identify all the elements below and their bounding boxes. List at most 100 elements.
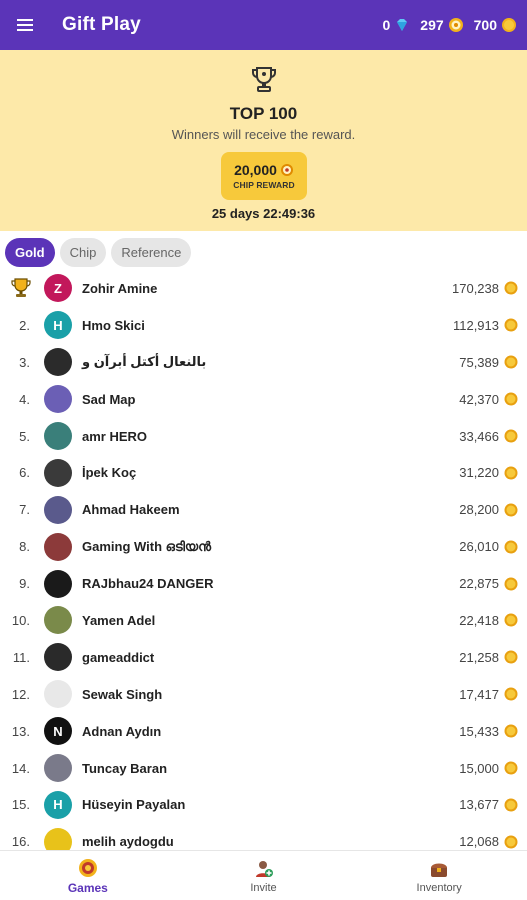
top-app-bar: Gift Play 0 297 700 xyxy=(0,0,527,50)
player-name: melih aydogdu xyxy=(82,834,174,850)
tab-chip[interactable]: Chip xyxy=(59,238,107,267)
player-name: Hüseyin Payalan xyxy=(82,797,186,813)
player-score: 13,677 xyxy=(459,797,499,813)
coin-icon xyxy=(504,466,518,480)
reward-amount: 20,000 xyxy=(234,162,277,178)
coin-icon xyxy=(504,650,518,664)
leaderboard-row[interactable]: 15. H Hüseyin Payalan 13,677 xyxy=(0,786,527,823)
nav-invite-label: Invite xyxy=(250,881,277,894)
chip-icon xyxy=(280,164,293,176)
bottom-navigation: Games Invite Inventory xyxy=(0,850,527,900)
avatar[interactable]: N xyxy=(44,717,72,746)
rank-number: 12. xyxy=(11,686,30,702)
coin-icon xyxy=(504,281,518,295)
avatar[interactable] xyxy=(44,348,72,377)
player-score: 15,000 xyxy=(459,760,499,776)
countdown-timer: 25 days 22:49:36 xyxy=(211,206,316,221)
player-score: 170,238 xyxy=(452,280,499,296)
leaderboard-row[interactable]: 9. RAJbhau24 DANGER 22,875 xyxy=(0,565,527,602)
leaderboard-row[interactable]: 5. amr HERO 33,466 xyxy=(0,418,527,455)
player-name: Ahmad Hakeem xyxy=(82,502,180,518)
chip-balance[interactable]: 297 xyxy=(420,17,463,33)
avatar[interactable] xyxy=(44,385,72,414)
banner-title: TOP 100 xyxy=(229,104,298,123)
diamond-icon xyxy=(397,19,408,31)
player-score: 28,200 xyxy=(459,502,499,518)
player-score: 42,370 xyxy=(459,391,499,407)
coin-icon xyxy=(504,392,518,406)
player-score: 17,417 xyxy=(459,686,499,702)
avatar[interactable] xyxy=(44,643,72,672)
nav-inventory[interactable]: Inventory xyxy=(351,851,527,900)
rank-number: 13. xyxy=(11,723,30,739)
leaderboard-row[interactable]: 7. Ahmad Hakeem 28,200 xyxy=(0,491,527,528)
avatar[interactable]: H xyxy=(44,311,72,340)
leaderboard-row[interactable]: 8. Gaming With ഒടിയൻ 26,010 xyxy=(0,528,527,565)
chip-icon xyxy=(448,18,463,32)
leaderboard-list: Z Zohir Amine 170,238 2. H Hmo Skici 112,913 3.… xyxy=(0,270,527,860)
coin-icon xyxy=(502,18,516,32)
rank-number: 5. xyxy=(19,428,30,444)
avatar[interactable] xyxy=(44,532,72,561)
nav-games[interactable]: Games xyxy=(0,851,176,900)
avatar[interactable] xyxy=(44,569,72,598)
tab-reference[interactable]: Reference xyxy=(111,238,192,267)
avatar[interactable] xyxy=(44,606,72,635)
leaderboard-row[interactable]: 3. بالنعال أكتل أبرآن و 75,389 xyxy=(0,344,527,381)
coin-icon xyxy=(504,540,518,554)
rank-number: 6. xyxy=(19,465,30,481)
player-score: 31,220 xyxy=(459,465,499,481)
invite-icon xyxy=(255,860,273,877)
player-score: 21,258 xyxy=(459,649,499,665)
rank-number: 4. xyxy=(19,391,30,407)
hamburger-menu-button[interactable] xyxy=(0,0,50,50)
hamburger-icon xyxy=(17,19,33,31)
avatar[interactable]: Z xyxy=(44,274,72,303)
avatar[interactable] xyxy=(44,754,72,783)
avatar[interactable] xyxy=(44,458,72,487)
player-name: amr HERO xyxy=(82,428,148,444)
avatar[interactable] xyxy=(44,495,72,524)
diamond-count: 0 xyxy=(382,17,391,33)
player-score: 12,068 xyxy=(459,834,499,850)
banner-subtitle: Winners will receive the reward. xyxy=(171,127,356,142)
diamond-balance[interactable]: 0 xyxy=(382,17,410,33)
app-title: Gift Play xyxy=(62,14,141,35)
leaderboard-row[interactable]: 6. İpek Koç 31,220 xyxy=(0,454,527,491)
player-name: Yamen Adel xyxy=(82,612,156,628)
coin-icon xyxy=(504,503,518,517)
player-score: 22,418 xyxy=(459,612,499,628)
rank-number: 15. xyxy=(11,797,30,813)
rank-number: 7. xyxy=(19,502,30,518)
player-score: 22,875 xyxy=(459,576,499,592)
player-name: Hmo Skici xyxy=(82,317,145,333)
nav-invite[interactable]: Invite xyxy=(176,851,352,900)
coin-icon xyxy=(504,613,518,627)
avatar[interactable]: H xyxy=(44,790,72,819)
coin-icon xyxy=(504,835,518,849)
leaderboard-row[interactable]: 4. Sad Map 42,370 xyxy=(0,381,527,418)
leaderboard-row[interactable]: 11. gameaddict 21,258 xyxy=(0,639,527,676)
leaderboard-row[interactable]: 13. N Adnan Aydın 15,433 xyxy=(0,713,527,750)
rank-number: 8. xyxy=(19,539,30,555)
first-place-trophy-icon xyxy=(11,278,31,297)
rank-number: 16. xyxy=(11,834,30,850)
avatar[interactable] xyxy=(44,422,72,450)
leaderboard-tabs: Gold Chip Reference xyxy=(5,238,192,267)
player-name: gameaddict xyxy=(82,649,155,665)
balances: 0 297 700 xyxy=(382,17,527,33)
player-score: 112,913 xyxy=(452,317,499,333)
player-name: Sad Map xyxy=(82,391,136,407)
leaderboard-row[interactable]: 14. Tuncay Baran 15,000 xyxy=(0,750,527,787)
leaderboard-row[interactable]: 2. H Hmo Skici 112,913 xyxy=(0,307,527,344)
leaderboard-row[interactable]: 12. Sewak Singh 17,417 xyxy=(0,676,527,713)
rank-number: 3. xyxy=(19,354,30,370)
avatar[interactable] xyxy=(44,680,72,709)
coin-icon xyxy=(504,577,518,591)
trophy-icon xyxy=(252,67,276,92)
gold-balance[interactable]: 700 xyxy=(474,17,517,33)
tab-gold[interactable]: Gold xyxy=(5,238,55,267)
leaderboard-row[interactable]: 10. Yamen Adel 22,418 xyxy=(0,602,527,639)
player-score: 33,466 xyxy=(459,428,499,444)
leaderboard-row[interactable]: Z Zohir Amine 170,238 xyxy=(0,270,527,307)
